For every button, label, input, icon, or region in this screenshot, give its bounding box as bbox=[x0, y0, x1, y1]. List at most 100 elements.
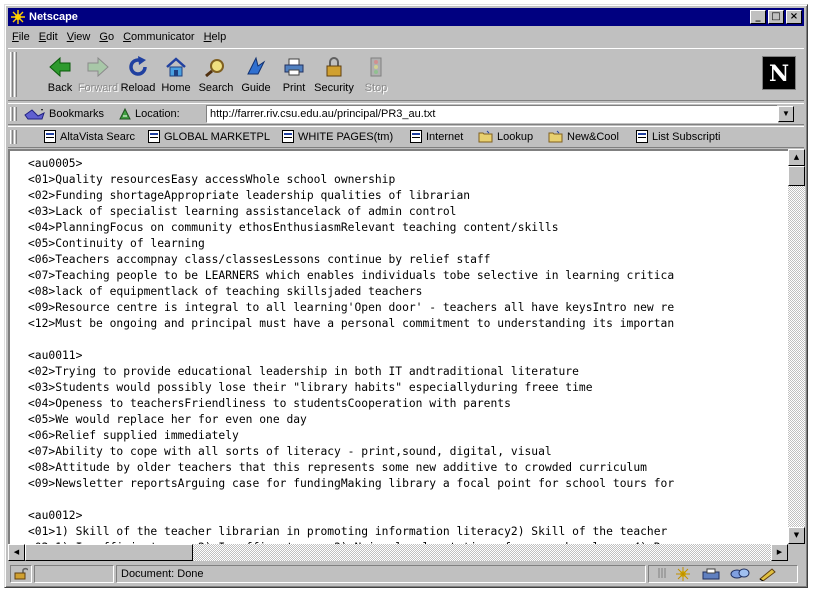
menu-help-accel: H bbox=[203, 31, 212, 43]
bookmark-label: AltaVista Searc bbox=[60, 130, 136, 143]
search-label: Search bbox=[198, 82, 234, 94]
location-toolbar: Bookmarks Location: http://farrer.riv.cs… bbox=[8, 103, 804, 125]
menu-go[interactable]: Go bbox=[99, 31, 114, 43]
document-line: <12>Must be ongoing and principal must h… bbox=[28, 317, 675, 330]
forward-label: Forward bbox=[77, 82, 119, 94]
document-line: <08>lack of equipmentlack of teaching sk… bbox=[28, 285, 423, 298]
bookmark-label: List Subscripti bbox=[652, 130, 721, 143]
horizontal-scrollbar[interactable]: ◀ ▶ bbox=[8, 544, 788, 561]
navigation-toolbar: Back Forward Reload Home Search Guide Pr… bbox=[8, 48, 804, 101]
menu-file-label: ile bbox=[18, 31, 30, 43]
bookmarks-label: Bookmarks bbox=[49, 108, 105, 120]
horizontal-scroll-thumb[interactable] bbox=[25, 544, 193, 561]
forward-arrow-icon bbox=[85, 55, 111, 79]
location-label-group: Location: bbox=[118, 107, 180, 121]
home-label: Home bbox=[161, 82, 191, 94]
home-button[interactable]: Home bbox=[154, 53, 198, 97]
folder-new-cool[interactable]: New&Cool bbox=[548, 130, 619, 143]
vertical-scrollbar[interactable]: ▲ ▼ bbox=[788, 149, 805, 544]
menu-go-label: o bbox=[107, 31, 115, 43]
lock-icon bbox=[321, 55, 347, 79]
minimize-button[interactable]: _ bbox=[750, 10, 766, 24]
menu-help[interactable]: Help bbox=[204, 31, 227, 43]
mailbox-icon[interactable] bbox=[702, 567, 722, 581]
scroll-down-button[interactable]: ▼ bbox=[788, 527, 805, 544]
url-input[interactable]: http://farrer.riv.csu.edu.au/principal/P… bbox=[206, 105, 778, 123]
composer-icon[interactable] bbox=[758, 567, 778, 581]
document-line: <05>Continuity of learning bbox=[28, 237, 205, 250]
document-line: <04>PlanningFocus on community ethosEnth… bbox=[28, 221, 559, 234]
bookmark-internet[interactable]: Internet bbox=[410, 130, 463, 143]
document-line: <01>Quality resourcesEasy accessWhole sc… bbox=[28, 173, 396, 186]
bookmarks-button[interactable]: Bookmarks bbox=[24, 107, 104, 121]
scroll-up-button[interactable]: ▲ bbox=[788, 149, 805, 166]
stop-button[interactable]: Stop bbox=[354, 53, 398, 97]
document-line: <au0005> bbox=[28, 157, 83, 170]
search-button[interactable]: Search bbox=[194, 53, 238, 97]
toolbar-grip[interactable] bbox=[10, 130, 13, 144]
folder-icon bbox=[548, 130, 563, 143]
bookmarks-icon bbox=[24, 109, 45, 120]
menu-view[interactable]: View bbox=[67, 31, 91, 43]
page-icon bbox=[410, 130, 422, 143]
page-icon bbox=[44, 130, 56, 143]
document-line: <07>Teaching people to be LEARNERS which… bbox=[28, 269, 675, 282]
print-button[interactable]: Print bbox=[272, 53, 316, 97]
security-status[interactable] bbox=[10, 565, 32, 583]
menu-file-accel: F bbox=[12, 31, 19, 43]
document-line: <03>Lack of specialist learning assistan… bbox=[28, 205, 457, 218]
discussion-groups-icon[interactable] bbox=[730, 567, 750, 581]
menu-edit[interactable]: Edit bbox=[39, 31, 58, 43]
document-line: <08>Attitude by older teachers that this… bbox=[28, 461, 647, 474]
forward-button[interactable]: Forward bbox=[76, 53, 120, 97]
toolbar-grip[interactable] bbox=[10, 52, 13, 97]
browser-window: Netscape _ □ × File Edit View Go Communi… bbox=[4, 4, 808, 588]
menu-view-label: iew bbox=[73, 31, 91, 43]
navigator-icon[interactable] bbox=[674, 567, 692, 581]
menu-communicator-label: ommunicator bbox=[131, 31, 195, 43]
page-icon bbox=[148, 130, 160, 143]
netscape-logo[interactable]: N bbox=[762, 56, 796, 90]
security-button[interactable]: Security bbox=[312, 53, 356, 97]
scroll-right-button[interactable]: ▶ bbox=[771, 544, 788, 561]
document-line: <02>Funding shortageAppropriate leadersh… bbox=[28, 189, 471, 202]
personal-toolbar: AltaVista Searc GLOBAL MARKETPL WHITE PA… bbox=[8, 126, 804, 148]
menu-help-label: elp bbox=[211, 31, 227, 43]
bookmark-label: WHITE PAGES(tm) bbox=[298, 130, 394, 143]
menu-edit-accel: E bbox=[38, 31, 47, 43]
search-icon bbox=[203, 55, 229, 79]
bookmark-list-subscriptions[interactable]: List Subscripti bbox=[636, 130, 720, 143]
document-line: <02>Trying to provide educational leader… bbox=[28, 365, 579, 378]
page-proxy-icon[interactable] bbox=[118, 107, 132, 121]
scroll-left-button[interactable]: ◀ bbox=[8, 544, 25, 561]
bookmark-altavista[interactable]: AltaVista Searc bbox=[44, 130, 135, 143]
folder-icon bbox=[478, 130, 493, 143]
document-line: <06>Relief supplied immediately bbox=[28, 429, 239, 442]
toolbar-grip[interactable] bbox=[14, 52, 17, 97]
bookmark-label: GLOBAL MARKETPL bbox=[164, 130, 270, 143]
toolbar-grip[interactable] bbox=[10, 107, 13, 121]
bookmark-global-marketplace[interactable]: GLOBAL MARKETPL bbox=[148, 130, 270, 143]
menu-view-accel: V bbox=[66, 31, 74, 43]
bookmark-white-pages[interactable]: WHITE PAGES(tm) bbox=[282, 130, 393, 143]
document-line: <05>We would replace her for even one da… bbox=[28, 413, 307, 426]
page-icon bbox=[282, 130, 294, 143]
folder-lookup[interactable]: Lookup bbox=[478, 130, 533, 143]
stop-icon bbox=[363, 55, 389, 79]
document-view[interactable]: <au0005> <01>Quality resourcesEasy acces… bbox=[8, 149, 788, 544]
menu-file[interactable]: File bbox=[12, 31, 30, 43]
close-button[interactable]: × bbox=[786, 10, 802, 24]
component-bar-grip-icon[interactable] bbox=[658, 567, 668, 579]
toolbar-grip[interactable] bbox=[14, 107, 17, 121]
menu-edit-label: dit bbox=[46, 31, 58, 43]
vertical-scroll-thumb[interactable] bbox=[788, 166, 805, 186]
netscape-app-icon[interactable] bbox=[10, 9, 26, 25]
document-line: <04>Openess to teachersFriendliness to s… bbox=[28, 397, 511, 410]
maximize-button[interactable]: □ bbox=[768, 10, 784, 24]
toolbar-grip[interactable] bbox=[14, 130, 17, 144]
menu-communicator[interactable]: Communicator bbox=[123, 31, 195, 43]
guide-icon bbox=[243, 55, 269, 79]
title-bar[interactable]: Netscape _ □ × bbox=[8, 8, 804, 26]
url-dropdown-button[interactable]: ▼ bbox=[778, 106, 794, 122]
stop-label: Stop bbox=[364, 82, 388, 94]
